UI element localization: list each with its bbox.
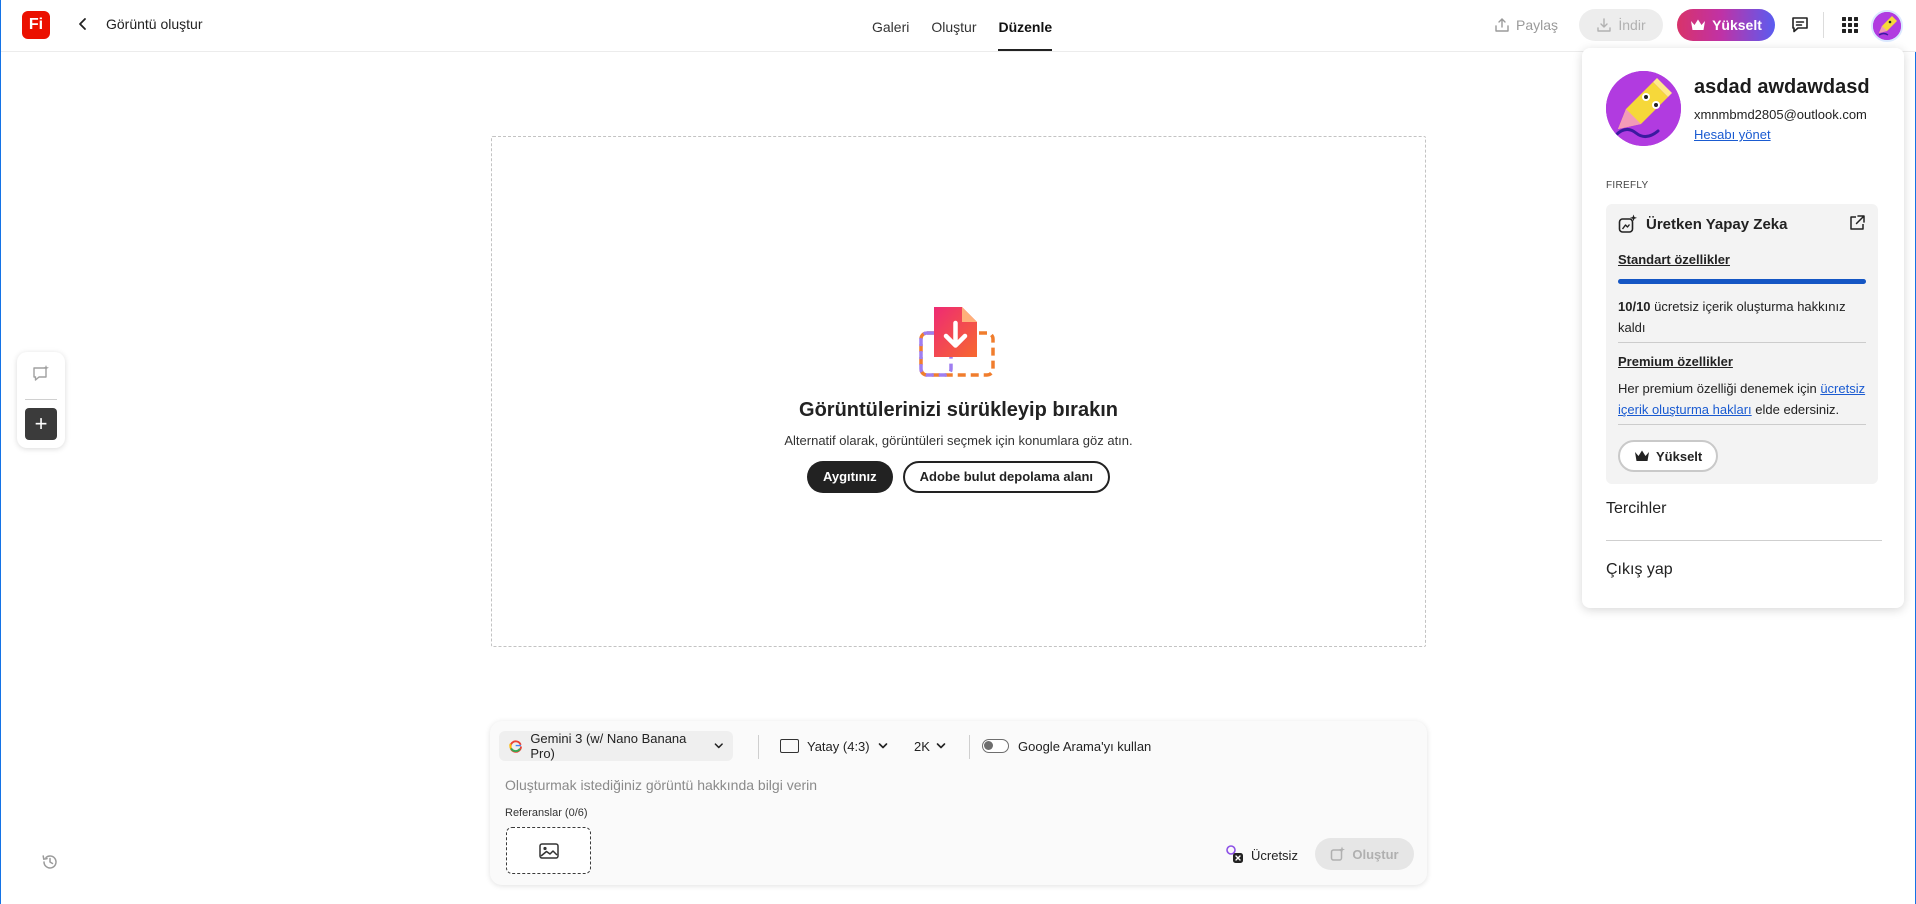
google-logo-icon bbox=[509, 740, 522, 753]
crown-icon bbox=[1635, 450, 1649, 461]
upload-image-icon bbox=[919, 307, 995, 377]
tab-create[interactable]: Oluştur bbox=[920, 0, 987, 52]
share-label: Paylaş bbox=[1516, 17, 1559, 33]
left-toolbar: + bbox=[17, 352, 65, 448]
free-label: Ücretsiz bbox=[1251, 847, 1298, 863]
device-upload-button[interactable]: Aygıtınız bbox=[806, 461, 893, 493]
open-external-button[interactable] bbox=[1848, 214, 1868, 234]
apps-button[interactable] bbox=[1837, 12, 1863, 38]
generate-label: Oluştur bbox=[1352, 846, 1399, 862]
aspect-ratio-selector[interactable]: Yatay (4:3) bbox=[780, 731, 888, 761]
card-divider bbox=[1618, 342, 1866, 343]
google-search-label: Google Arama'yı kullan bbox=[1018, 738, 1152, 754]
prompt-divider bbox=[758, 735, 759, 759]
page-title: Görüntü oluştur bbox=[106, 16, 203, 32]
credit-cost: Ücretsiz bbox=[1225, 845, 1298, 865]
resolution-value: 2K bbox=[914, 738, 930, 754]
chevron-left-icon bbox=[79, 18, 86, 30]
references-label: Referanslar (0/6) bbox=[505, 807, 588, 819]
aspect-ratio-icon bbox=[780, 739, 799, 753]
section-label: FIREFLY bbox=[1606, 180, 1649, 191]
sparkle-chat-icon bbox=[33, 365, 49, 381]
premium-text-before: Her premium özelliği denemek için bbox=[1618, 381, 1821, 396]
share-button[interactable]: Paylaş bbox=[1482, 9, 1570, 41]
pencil-avatar-icon bbox=[1606, 71, 1681, 146]
upgrade-label: Yükselt bbox=[1712, 17, 1762, 33]
image-icon bbox=[538, 842, 559, 859]
credits-progress-bar bbox=[1618, 279, 1866, 284]
google-search-toggle[interactable]: Google Arama'yı kullan bbox=[982, 731, 1151, 761]
external-link-icon bbox=[1850, 215, 1865, 230]
standard-features-heading[interactable]: Standart özellikler bbox=[1618, 252, 1730, 267]
generative-ai-title: Üretken Yapay Zeka bbox=[1646, 215, 1788, 233]
drop-zone-title: Görüntülerinizi sürükleyip bırakın bbox=[799, 399, 1118, 421]
add-button[interactable]: + bbox=[25, 408, 57, 440]
upgrade-button[interactable]: Yükselt bbox=[1677, 9, 1775, 41]
aspect-ratio-value: Yatay (4:3) bbox=[807, 738, 870, 754]
prompt-history-button[interactable] bbox=[29, 362, 53, 386]
top-bar: Fi Görüntü oluştur Galeri Oluştur Düzenl… bbox=[1, 0, 1916, 52]
generate-button[interactable]: Oluştur bbox=[1315, 838, 1414, 870]
preferences-menu-item[interactable]: Tercihler bbox=[1606, 500, 1666, 518]
generative-ai-heading: Üretken Yapay Zeka bbox=[1618, 214, 1787, 234]
mode-tabs: Galeri Oluştur Düzenle bbox=[861, 0, 1063, 52]
pencil-avatar-icon bbox=[1873, 12, 1901, 40]
card-divider bbox=[1618, 424, 1866, 425]
card-upgrade-button[interactable]: Yükselt bbox=[1618, 440, 1719, 472]
chevron-down-icon bbox=[714, 743, 723, 749]
account-avatar bbox=[1606, 71, 1681, 146]
credits-text: ücretsiz içerik oluşturma hakkınız kaldı bbox=[1618, 299, 1846, 335]
prompt-panel: Gemini 3 (w/ Nano Banana Pro) Yatay (4:3… bbox=[490, 721, 1427, 885]
chat-bubble-icon bbox=[1792, 17, 1808, 33]
download-button[interactable]: İndir bbox=[1579, 9, 1663, 41]
credits-count: 10/10 bbox=[1618, 299, 1651, 314]
credits-icon bbox=[1226, 845, 1243, 863]
image-drop-zone[interactable]: Görüntülerinizi sürükleyip bırakın Alter… bbox=[491, 136, 1426, 647]
download-icon bbox=[1597, 18, 1612, 32]
sparkle-generate-icon bbox=[1331, 846, 1346, 861]
credits-progress-fill bbox=[1618, 279, 1866, 284]
history-button[interactable] bbox=[39, 851, 61, 873]
account-email: xmnmbmd2805@outlook.com bbox=[1694, 107, 1867, 122]
credits-remaining-text: 10/10 ücretsiz içerik oluşturma hakkınız… bbox=[1618, 296, 1866, 338]
generative-ai-card: Üretken Yapay Zeka Standart özellikler 1… bbox=[1606, 204, 1878, 484]
model-name: Gemini 3 (w/ Nano Banana Pro) bbox=[530, 731, 687, 761]
cloud-storage-button[interactable]: Adobe bulut depolama alanı bbox=[902, 461, 1111, 493]
premium-info-text: Her premium özelliği denemek için ücrets… bbox=[1618, 378, 1866, 420]
card-upgrade-label: Yükselt bbox=[1656, 448, 1703, 464]
sign-out-menu-item[interactable]: Çıkış yap bbox=[1606, 561, 1673, 579]
chevron-down-icon bbox=[878, 743, 887, 749]
upload-illustration bbox=[917, 305, 997, 379]
toggle-switch[interactable] bbox=[982, 739, 1009, 753]
profile-avatar-button[interactable] bbox=[1871, 10, 1903, 42]
left-toolbar-divider bbox=[25, 399, 57, 400]
generative-ai-icon bbox=[1618, 214, 1637, 233]
tab-edit[interactable]: Düzenle bbox=[987, 0, 1063, 52]
prompt-divider bbox=[969, 735, 970, 759]
resolution-selector[interactable]: 2K bbox=[914, 731, 946, 761]
drop-zone-subtitle: Alternatif olarak, görüntüleri seçmek iç… bbox=[784, 433, 1133, 448]
history-icon bbox=[42, 855, 57, 869]
menu-divider bbox=[1606, 540, 1882, 541]
download-label: İndir bbox=[1618, 17, 1646, 33]
apps-grid-icon bbox=[1842, 17, 1858, 33]
premium-features-heading[interactable]: Premium özellikler bbox=[1618, 354, 1733, 369]
tab-gallery[interactable]: Galeri bbox=[861, 0, 920, 52]
share-icon bbox=[1495, 18, 1509, 32]
premium-text-after: elde edersiniz. bbox=[1751, 402, 1840, 417]
account-menu: asdad awdawdasd xmnmbmd2805@outlook.com … bbox=[1582, 48, 1904, 608]
model-selector[interactable]: Gemini 3 (w/ Nano Banana Pro) bbox=[499, 731, 733, 761]
back-button[interactable] bbox=[73, 14, 93, 34]
drop-zone-actions: Aygıtınız Adobe bulut depolama alanı bbox=[492, 461, 1425, 493]
chevron-down-icon bbox=[936, 743, 946, 749]
crown-icon bbox=[1691, 19, 1706, 30]
firefly-logo[interactable]: Fi bbox=[22, 11, 50, 39]
toolbar-divider bbox=[1823, 12, 1824, 38]
prompt-input[interactable] bbox=[505, 773, 1405, 797]
manage-account-link[interactable]: Hesabı yönet bbox=[1694, 127, 1771, 142]
feedback-button[interactable] bbox=[1787, 12, 1813, 38]
app-window: Fi Görüntü oluştur Galeri Oluştur Düzenl… bbox=[0, 0, 1916, 904]
account-name: asdad awdawdasd bbox=[1694, 76, 1870, 98]
add-reference-button[interactable] bbox=[506, 827, 591, 874]
